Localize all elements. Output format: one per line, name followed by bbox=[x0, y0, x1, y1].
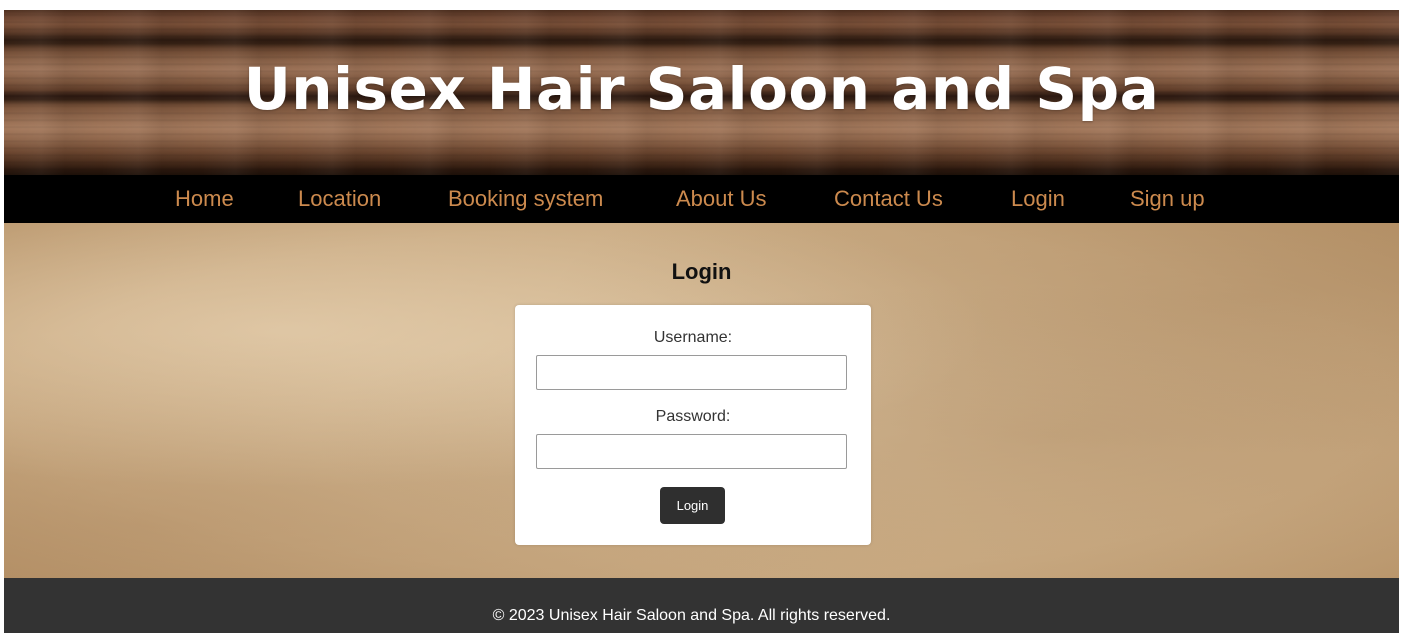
site-header: Unisex Hair Saloon and Spa bbox=[4, 10, 1399, 175]
site-footer: © 2023 Unisex Hair Saloon and Spa. All r… bbox=[4, 578, 1399, 633]
nav-link-booking-system[interactable]: Booking system bbox=[448, 175, 603, 223]
nav-link-sign-up[interactable]: Sign up bbox=[1130, 175, 1205, 223]
main-nav: Home Location Booking system About Us Co… bbox=[4, 175, 1399, 223]
login-form: Username: Password: Login bbox=[515, 305, 871, 545]
login-button[interactable]: Login bbox=[660, 487, 725, 524]
username-input[interactable] bbox=[536, 355, 847, 390]
site-title: Unisex Hair Saloon and Spa bbox=[243, 55, 1160, 123]
username-label: Username: bbox=[653, 329, 733, 346]
password-input[interactable] bbox=[536, 434, 847, 469]
main-content: Login Username: Password: Login bbox=[4, 223, 1399, 578]
nav-link-contact-us[interactable]: Contact Us bbox=[834, 175, 943, 223]
nav-link-login[interactable]: Login bbox=[1011, 175, 1065, 223]
password-label: Password: bbox=[655, 408, 731, 425]
nav-link-about-us[interactable]: About Us bbox=[676, 175, 767, 223]
nav-link-location[interactable]: Location bbox=[298, 175, 381, 223]
page: Unisex Hair Saloon and Spa Home Location… bbox=[4, 10, 1399, 633]
nav-link-home[interactable]: Home bbox=[175, 175, 234, 223]
page-title: Login bbox=[671, 259, 732, 284]
copyright-text: © 2023 Unisex Hair Saloon and Spa. All r… bbox=[492, 607, 891, 624]
